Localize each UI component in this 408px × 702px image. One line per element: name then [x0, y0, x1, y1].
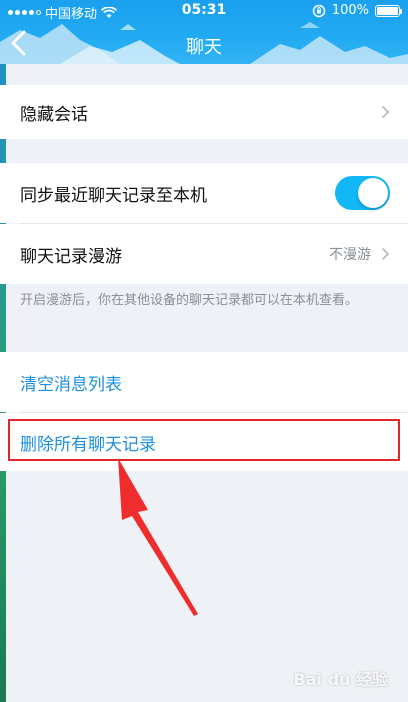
battery-percent: 100% [331, 3, 369, 18]
baidu-watermark: Bai du 经验 [293, 670, 388, 689]
hide-session-label: 隐藏会话 [20, 104, 88, 125]
roaming-row[interactable]: 聊天记录漫游 不漫游 [0, 224, 408, 284]
chevron-right-icon [381, 247, 390, 261]
battery-icon [375, 4, 402, 17]
status-right-group: 100% [312, 3, 402, 18]
sync-recent-row: 同步最近聊天记录至本机 [0, 163, 408, 223]
sync-recent-label: 同步最近聊天记录至本机 [20, 185, 207, 206]
chevron-right-icon [381, 105, 390, 119]
roaming-value: 不漫游 [329, 247, 371, 263]
sync-recent-toggle[interactable] [335, 176, 390, 210]
roaming-note: 开启漫游后，你在其他设备的聊天记录都可以在本机查看。 [20, 293, 359, 308]
roaming-label: 聊天记录漫游 [20, 246, 122, 267]
toggle-knob [358, 178, 388, 208]
clear-list-label: 清空消息列表 [20, 374, 122, 395]
red-arrow-annotation [118, 458, 198, 616]
header-bar: 中国移动 05:31 100% 聊天 [0, 0, 408, 64]
orientation-lock-icon [312, 4, 326, 17]
hide-session-row[interactable]: 隐藏会话 [0, 85, 408, 139]
page-title: 聊天 [186, 37, 222, 58]
status-bar: 中国移动 05:31 100% [0, 0, 408, 22]
clear-list-row[interactable]: 清空消息列表 [0, 352, 408, 412]
